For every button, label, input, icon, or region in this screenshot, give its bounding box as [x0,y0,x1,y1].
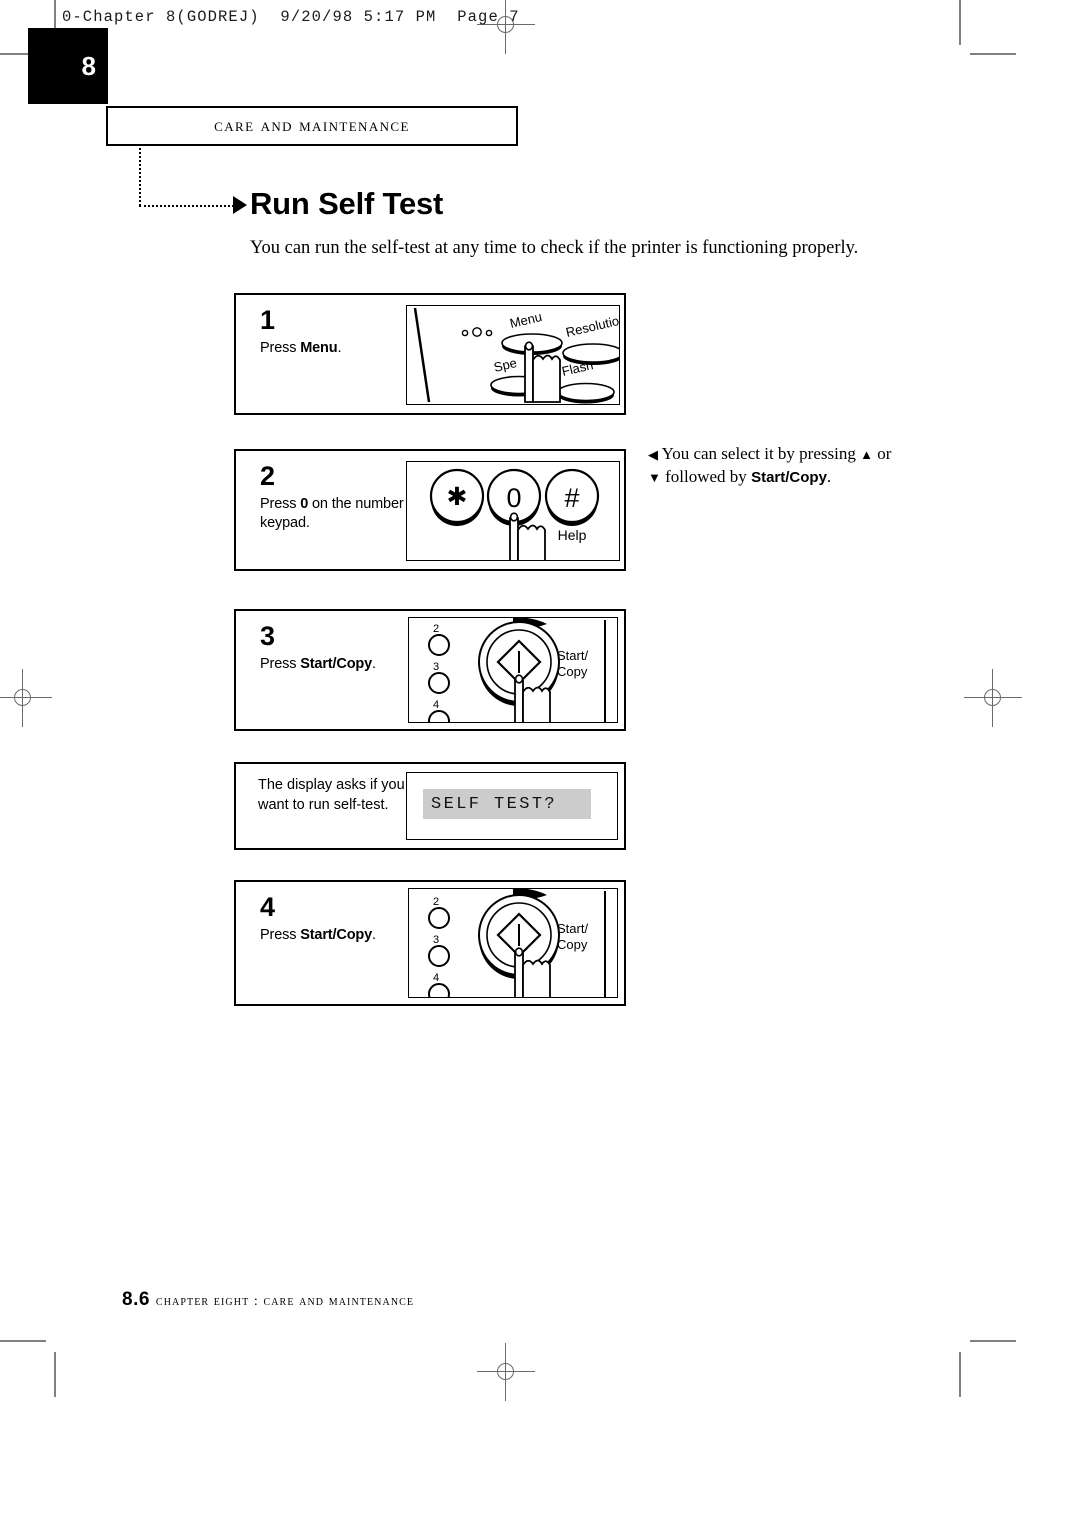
panel-illustration-startcopy-3: 2 3 4 Start/ Copy [408,617,618,723]
panel-illustration-menu: Menu Resolution Spe Flash [406,305,620,405]
step-instruction-1: Press Menu. [260,339,425,358]
step-1-text-after: . [337,340,342,356]
side-note-line2-bold: Start/Copy [751,469,827,486]
document-page: 0-Chapter 8(GODREJ) 9/20/98 5:17 PM Page… [0,0,1080,1528]
svg-text:2: 2 [433,896,439,908]
registration-mark-bottom [477,1343,535,1401]
menu-button-panel-drawing: Menu Resolution Spe Flash [413,307,620,404]
crop-mark-top-right-horizontal [970,53,1016,55]
panel-illustration-lcd: SELF TEST? [406,772,618,840]
crop-mark-bottom-left-vertical [54,1352,56,1397]
step-3-text-bold: Start/Copy [300,656,373,672]
svg-text:0: 0 [506,483,521,513]
page-footer: 8.6 Chapter Eight : Care and Maintenance [122,1289,414,1311]
svg-text:Flash: Flash [560,357,594,379]
intro-paragraph: You can run the self-test at any time to… [250,238,859,258]
chapter-number-tab: 8 [28,28,108,104]
crop-mark-bottom-right-horizontal [970,1340,1016,1342]
step-4-text-before: Press [260,927,301,943]
step-2-text-before: Press [260,496,301,512]
svg-text:Menu: Menu [508,309,543,331]
svg-text:3: 3 [433,934,439,946]
panel-illustration-startcopy-4: 2 3 4 Start/ Copy [408,888,618,998]
step-number-2: 2 [260,461,276,491]
step-3-text-before: Press [260,656,301,672]
file-header-stamp: 0-Chapter 8(GODREJ) 9/20/98 5:17 PM Page… [62,8,520,26]
side-note: ◀ You can select it by pressing ▲ or ▼ f… [648,443,910,489]
lcd-screen-text: SELF TEST? [431,794,558,814]
registration-mark-left [0,669,52,727]
step-box-3: 3 Press Start/Copy. 2 3 4 Start/ Copy [234,609,626,731]
svg-text:Help: Help [558,527,587,543]
svg-text:Start/: Start/ [557,921,588,936]
step-instruction-4: Press Start/Copy. [260,926,425,945]
step-instruction-2: Press 0 on the number keypad. [260,495,425,533]
step-number-3: 3 [260,621,276,651]
keypad-drawing: ✱ 0 # Help [429,468,600,560]
crop-mark-top-right-vertical [959,0,961,45]
running-head-label: Care and Maintenance [214,115,410,136]
step-instruction-3: Press Start/Copy. [260,655,425,674]
step-number-4: 4 [260,892,276,922]
step-4-text-after: . [372,927,376,943]
panel-illustration-keypad: ✱ 0 # Help [406,461,620,561]
registration-mark-right [964,669,1022,727]
svg-text:2: 2 [433,623,439,635]
footer-text: Chapter Eight : Care and Maintenance [155,1294,415,1309]
step-2-text-bold: 0 [300,496,309,512]
start-copy-button-drawing: 2 3 4 Start/ Copy [428,889,606,997]
down-triangle-icon: ▼ [648,470,661,485]
crop-mark-bottom-left-horizontal [0,1340,46,1342]
step-number-1: 1 [260,305,276,335]
step-3-text-after: . [372,656,376,672]
svg-text:Spe: Spe [492,355,518,375]
step-box-4: 4 Press Start/Copy. 2 3 4 Start/ Copy [234,880,626,1006]
display-box: The display asks if you want to run self… [234,762,626,850]
step-box-2: 2 Press 0 on the number keypad. ✱ 0 # He… [234,449,626,571]
up-triangle-icon: ▲ [860,447,873,462]
svg-text:Copy: Copy [557,664,588,679]
step-1-text-bold: Menu [300,340,338,356]
leader-line-vertical [139,148,141,206]
svg-text:4: 4 [433,972,439,984]
step-box-1: 1 Press Menu. Menu Resolution Spe Flash [234,293,626,415]
svg-text:#: # [564,483,579,513]
running-head-box: Care and Maintenance [106,106,518,146]
page-title: Run Self Test [250,186,444,221]
step-4-text-bold: Start/Copy [300,927,373,943]
svg-text:3: 3 [433,661,439,673]
footer-page-number: 8.6 [122,1289,150,1310]
svg-text:Copy: Copy [557,937,588,952]
lcd-screen: SELF TEST? [423,789,591,819]
svg-text:✱: ✱ [447,482,468,511]
svg-text:4: 4 [433,699,439,711]
svg-text:Resolution: Resolution [564,311,620,339]
start-copy-button-drawing: 2 3 4 Start/ Copy [428,618,606,722]
leader-arrow-icon [233,196,247,214]
display-caption: The display asks if you want to run self… [258,777,405,813]
side-note-line1-b: or [872,444,892,463]
side-note-line2-b: . [826,467,832,486]
side-note-line1-a: You can select it by pressing [658,444,861,463]
side-note-line2-a: followed by [660,467,752,486]
svg-text:Start/: Start/ [557,648,588,663]
left-triangle-icon: ◀ [648,447,658,462]
leader-line-horizontal [139,205,234,207]
step-1-text-before: Press [260,340,301,356]
crop-mark-bottom-right-vertical [959,1352,961,1397]
